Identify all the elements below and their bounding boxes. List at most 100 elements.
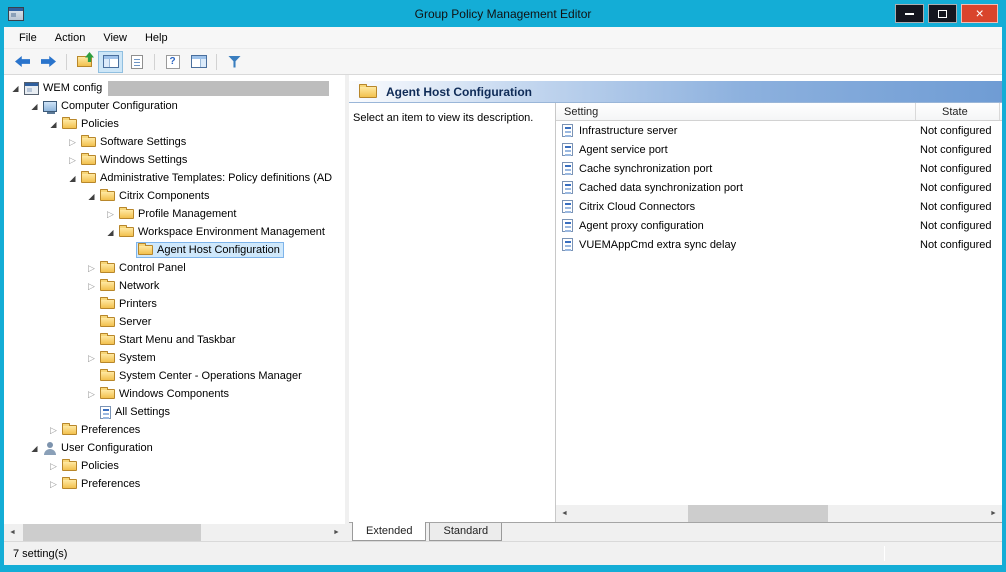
tree-item-start-menu-and-taskbar[interactable]: Start Menu and Taskbar (4, 331, 345, 349)
setting-row[interactable]: Cache synchronization port Not configure… (556, 159, 1002, 178)
menu-file[interactable]: File (10, 29, 46, 47)
expander-expanded-icon[interactable] (27, 97, 42, 116)
tree-item-user-configuration[interactable]: User Configuration (4, 439, 345, 457)
tree-item-label: Printers (119, 298, 157, 310)
folder-icon (81, 173, 96, 183)
tree-item-all-settings[interactable]: All Settings (4, 403, 345, 421)
folder-icon (100, 317, 115, 327)
tree-item-server[interactable]: Server (4, 313, 345, 331)
tree-item-software-settings[interactable]: Software Settings (4, 133, 345, 151)
tree-item-windows-components[interactable]: Windows Components (4, 385, 345, 403)
maximize-button[interactable] (928, 4, 957, 23)
close-button[interactable] (961, 4, 998, 23)
expander-expanded-icon[interactable] (65, 169, 80, 188)
expander-collapsed-icon[interactable] (46, 421, 61, 439)
scrollbar-thumb[interactable] (23, 524, 201, 541)
show-action-pane-button[interactable] (186, 51, 211, 73)
tree-item-control-panel[interactable]: Control Panel (4, 259, 345, 277)
scroll-left-button[interactable] (4, 524, 21, 541)
show-action-pane-icon (191, 55, 207, 68)
statusbar: 7 setting(s) (4, 541, 1002, 565)
setting-name: Cached data synchronization port (579, 182, 743, 194)
tree-item-computer-configuration[interactable]: Computer Configuration (4, 97, 345, 115)
tab-standard[interactable]: Standard (429, 523, 502, 541)
up-one-level-button[interactable] (72, 51, 97, 73)
setting-row[interactable]: Infrastructure server Not configured (556, 121, 1002, 140)
tab-label: Extended (366, 525, 412, 537)
setting-row[interactable]: Agent proxy configuration Not configured (556, 216, 1002, 235)
setting-row[interactable]: Agent service port Not configured (556, 140, 1002, 159)
scrollbar-thumb[interactable] (688, 505, 828, 522)
list-horizontal-scrollbar[interactable] (556, 505, 1002, 522)
folder-icon (100, 371, 115, 381)
minimize-icon (905, 13, 914, 15)
tree-item-preferences-computer[interactable]: Preferences (4, 421, 345, 439)
tree-item-administrative-templates[interactable]: Administrative Templates: Policy definit… (4, 169, 345, 187)
minimize-button[interactable] (895, 4, 924, 23)
forward-button[interactable] (36, 51, 61, 73)
tree-item-workspace-environment-management[interactable]: Workspace Environment Management (4, 223, 345, 241)
setting-row[interactable]: VUEMAppCmd extra sync delay Not configur… (556, 235, 1002, 254)
tree-item-windows-settings[interactable]: Windows Settings (4, 151, 345, 169)
details-content: Select an item to view its description. … (349, 103, 1002, 522)
scrollbar-track[interactable] (573, 505, 985, 522)
expander-collapsed-icon[interactable] (103, 205, 118, 223)
main-area: WEM config Computer Configuration Polici… (4, 75, 1002, 541)
scroll-left-button[interactable] (556, 505, 573, 522)
setting-row[interactable]: Citrix Cloud Connectors Not configured (556, 197, 1002, 216)
column-header-state[interactable]: State (916, 103, 1000, 120)
tree-item-label: Profile Management (138, 208, 236, 220)
expander-collapsed-icon[interactable] (84, 385, 99, 403)
statusbar-divider (884, 546, 885, 561)
tree-item-policies-user[interactable]: Policies (4, 457, 345, 475)
setting-name: Infrastructure server (579, 125, 677, 137)
menu-view[interactable]: View (94, 29, 136, 47)
setting-state: Not configured (916, 182, 1000, 194)
setting-row[interactable]: Cached data synchronization port Not con… (556, 178, 1002, 197)
show-console-tree-button[interactable] (98, 51, 123, 73)
tree-item-agent-host-configuration[interactable]: Agent Host Configuration (4, 241, 345, 259)
tree-item-label: Policies (81, 118, 119, 130)
scroll-right-button[interactable] (985, 505, 1002, 522)
expander-expanded-icon[interactable] (27, 439, 42, 458)
menu-action[interactable]: Action (46, 29, 95, 47)
expander-collapsed-icon[interactable] (46, 457, 61, 475)
expander-collapsed-icon[interactable] (46, 475, 61, 493)
folder-icon (100, 281, 115, 291)
back-button[interactable] (10, 51, 35, 73)
expander-expanded-icon[interactable] (46, 115, 61, 134)
tree-item-wem-config[interactable]: WEM config (4, 79, 345, 97)
app-window: Group Policy Management Editor File Acti… (0, 0, 1006, 572)
expander-collapsed-icon[interactable] (65, 151, 80, 169)
tree-item-system[interactable]: System (4, 349, 345, 367)
expander-collapsed-icon[interactable] (84, 277, 99, 295)
setting-icon (562, 124, 573, 137)
filter-options-button[interactable] (222, 51, 247, 73)
expander-expanded-icon[interactable] (8, 79, 23, 98)
tree-item-citrix-components[interactable]: Citrix Components (4, 187, 345, 205)
titlebar[interactable]: Group Policy Management Editor (0, 0, 1006, 27)
tree-item-network[interactable]: Network (4, 277, 345, 295)
folder-icon (100, 353, 115, 363)
expander-expanded-icon[interactable] (84, 187, 99, 206)
tree-item-preferences-user[interactable]: Preferences (4, 475, 345, 493)
tree-item-label: Citrix Components (119, 190, 209, 202)
settings-list: Infrastructure server Not configured Age… (556, 121, 1002, 505)
tree-item-profile-management[interactable]: Profile Management (4, 205, 345, 223)
expander-expanded-icon[interactable] (103, 223, 118, 242)
expander-collapsed-icon[interactable] (84, 259, 99, 277)
expander-collapsed-icon[interactable] (84, 349, 99, 367)
tree-item-policies-computer[interactable]: Policies (4, 115, 345, 133)
menu-help[interactable]: Help (136, 29, 177, 47)
mmc-app-icon[interactable] (8, 7, 24, 21)
column-header-setting[interactable]: Setting (556, 103, 916, 120)
help-button[interactable] (160, 51, 185, 73)
scroll-right-button[interactable] (328, 524, 345, 541)
tree-item-system-center-operations-manager[interactable]: System Center - Operations Manager (4, 367, 345, 385)
tree-horizontal-scrollbar[interactable] (4, 524, 345, 541)
scrollbar-track[interactable] (21, 524, 328, 541)
tree-item-printers[interactable]: Printers (4, 295, 345, 313)
tab-extended[interactable]: Extended (352, 522, 426, 541)
export-list-button[interactable] (124, 51, 149, 73)
expander-collapsed-icon[interactable] (65, 133, 80, 151)
